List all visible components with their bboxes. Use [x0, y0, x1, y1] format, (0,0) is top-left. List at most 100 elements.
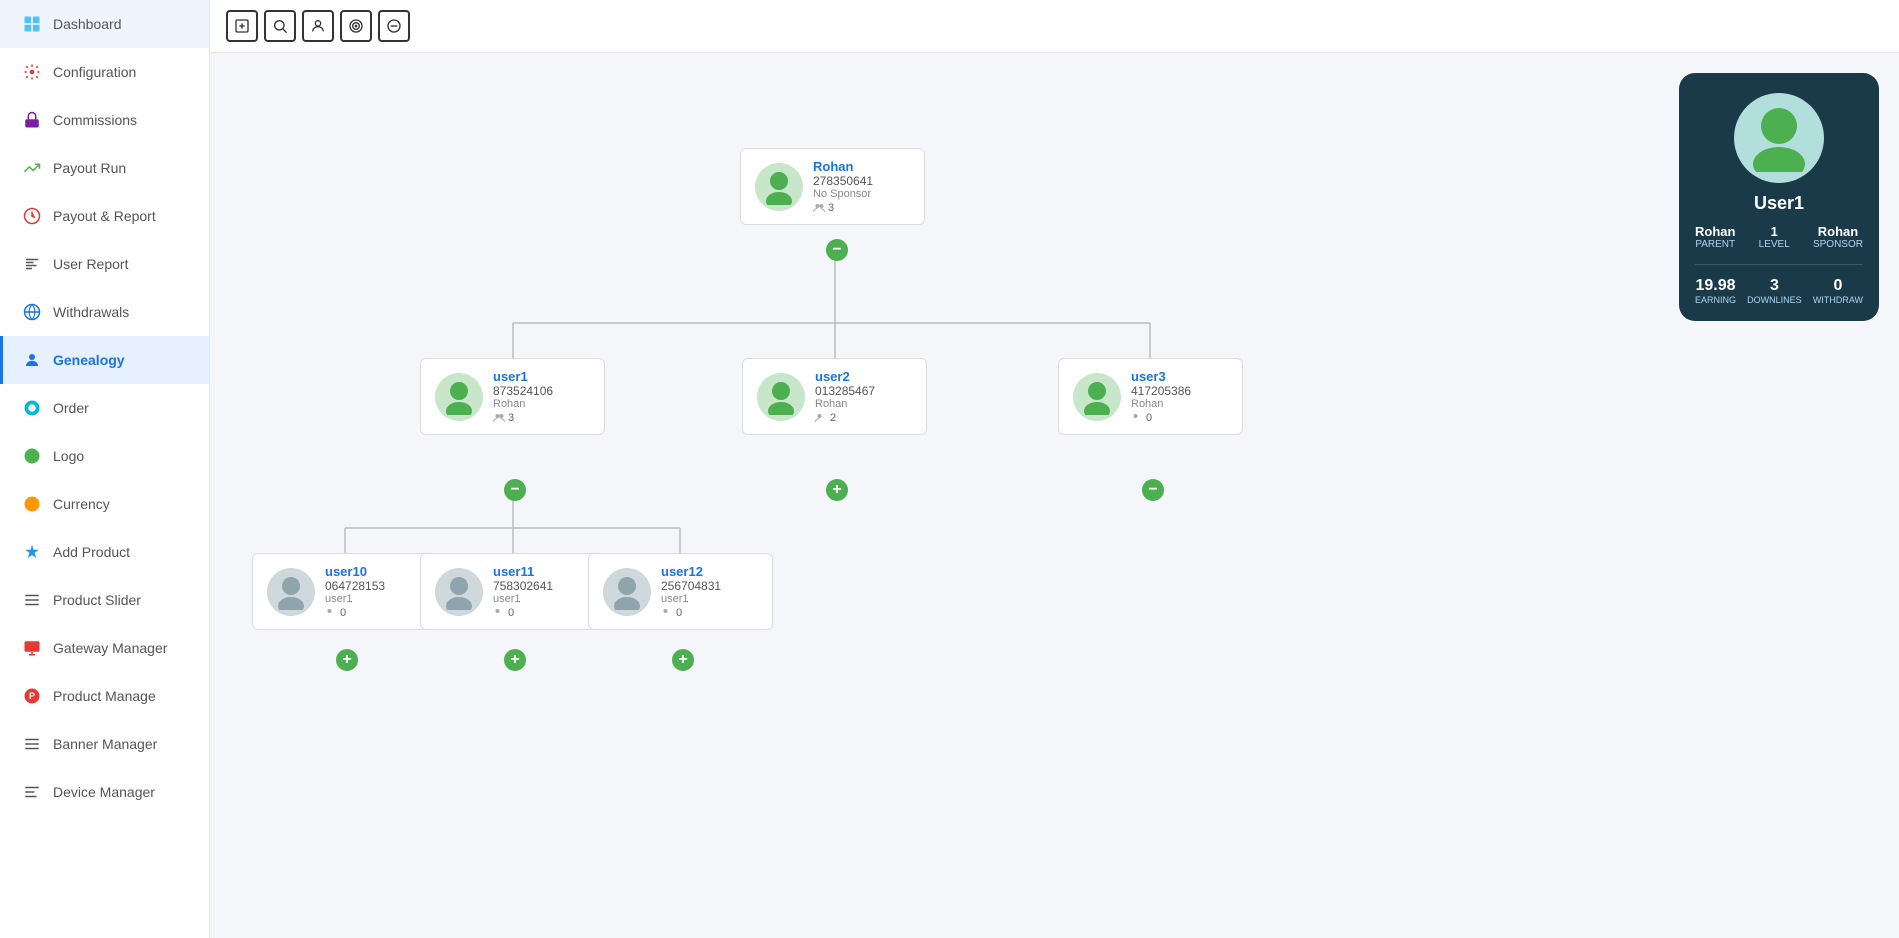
toggle-user11[interactable]: + — [504, 649, 526, 671]
node-name-rohan: Rohan — [813, 159, 910, 174]
sidebar-item-dashboard[interactable]: Dashboard — [0, 0, 209, 48]
toolbar — [210, 0, 1899, 53]
order-icon — [21, 397, 43, 419]
node-user10[interactable]: user10 064728153 user1 0 — [252, 553, 437, 630]
sidebar-item-payout-report[interactable]: Payout & Report — [0, 192, 209, 240]
sidebar-item-user-report[interactable]: User Report — [0, 240, 209, 288]
sidebar-item-configuration[interactable]: Configuration — [0, 48, 209, 96]
node-id-user2: 013285467 — [815, 384, 912, 398]
node-user2[interactable]: user2 013285467 Rohan 2 — [742, 358, 927, 435]
node-sponsor-user3: Rohan — [1131, 398, 1228, 410]
user-button[interactable] — [302, 10, 334, 42]
node-name-user1: user1 — [493, 369, 590, 384]
node-avatar-user1 — [435, 373, 483, 421]
target-button[interactable] — [340, 10, 372, 42]
add-button[interactable] — [226, 10, 258, 42]
node-rohan[interactable]: Rohan 278350641 No Sponsor 3 — [740, 148, 925, 225]
info-panel: User1 Rohan Parent 1 LEVEL Rohan Sponsor — [1679, 73, 1879, 321]
sidebar-label-dashboard: Dashboard — [53, 16, 122, 32]
node-avatar-rohan — [755, 163, 803, 211]
node-count-user2: 2 — [815, 412, 912, 424]
sidebar-label-configuration: Configuration — [53, 64, 136, 80]
info-parent-value: Rohan — [1695, 224, 1735, 239]
info-sponsor-value: Rohan — [1818, 224, 1858, 239]
product-manage-icon: P — [21, 685, 43, 707]
sidebar-item-withdrawals[interactable]: Withdrawals — [0, 288, 209, 336]
sidebar-item-device-manager[interactable]: Device Manager — [0, 768, 209, 816]
sidebar-item-currency[interactable]: Currency — [0, 480, 209, 528]
info-level-value: 1 — [1771, 224, 1778, 239]
info-earning: 19.98 EARNING — [1695, 277, 1736, 305]
node-name-user12: user12 — [661, 564, 758, 579]
sidebar-item-genealogy[interactable]: Genealogy — [0, 336, 209, 384]
info-sponsor: Rohan Sponsor — [1813, 224, 1863, 250]
node-user3[interactable]: user3 417205386 Rohan 0 — [1058, 358, 1243, 435]
node-name-user3: user3 — [1131, 369, 1228, 384]
minus-circle-button[interactable] — [378, 10, 410, 42]
node-count-user11: 0 — [493, 607, 590, 619]
sidebar-item-product-manage[interactable]: P Product Manage — [0, 672, 209, 720]
info-parent-label: Parent — [1695, 239, 1735, 250]
main-content: Rohan 278350641 No Sponsor 3 − user1 873… — [210, 0, 1899, 938]
node-avatar-user2 — [757, 373, 805, 421]
commissions-icon — [21, 109, 43, 131]
toggle-user3[interactable]: − — [1142, 479, 1164, 501]
info-downlines-value: 3 — [1770, 277, 1779, 295]
sidebar-label-payout-report: Payout & Report — [53, 208, 156, 224]
node-sponsor-user12: user1 — [661, 593, 758, 605]
payout-report-icon — [21, 205, 43, 227]
info-downlines-label: DOWNLINES — [1747, 295, 1802, 305]
sidebar-label-gateway-manager: Gateway Manager — [53, 640, 167, 656]
info-withdraw: 0 WITHDRAW — [1813, 277, 1863, 305]
node-sponsor-user1: Rohan — [493, 398, 590, 410]
toggle-user10[interactable]: + — [336, 649, 358, 671]
sidebar: Dashboard Configuration Commissions Payo… — [0, 0, 210, 938]
node-user1[interactable]: user1 873524106 Rohan 3 — [420, 358, 605, 435]
sidebar-item-logo[interactable]: Logo — [0, 432, 209, 480]
info-level: 1 LEVEL — [1759, 224, 1790, 250]
node-avatar-user11 — [435, 568, 483, 616]
sidebar-label-genealogy: Genealogy — [53, 352, 125, 368]
sidebar-label-logo: Logo — [53, 448, 84, 464]
node-sponsor-user10: user1 — [325, 593, 422, 605]
tree-lines — [210, 53, 1899, 938]
node-avatar-user12 — [603, 568, 651, 616]
add-product-icon — [21, 541, 43, 563]
toggle-user12[interactable]: + — [672, 649, 694, 671]
node-id-user10: 064728153 — [325, 579, 422, 593]
logo-icon — [21, 445, 43, 467]
node-user12[interactable]: user12 256704831 user1 0 — [588, 553, 773, 630]
node-sponsor-user2: Rohan — [815, 398, 912, 410]
tree-area: Rohan 278350641 No Sponsor 3 − user1 873… — [210, 53, 1899, 938]
sidebar-label-user-report: User Report — [53, 256, 128, 272]
dashboard-icon — [21, 13, 43, 35]
info-avatar — [1734, 93, 1824, 183]
node-name-user11: user11 — [493, 564, 590, 579]
node-user11[interactable]: user11 758302641 user1 0 — [420, 553, 605, 630]
sidebar-item-payout-run[interactable]: Payout Run — [0, 144, 209, 192]
user-report-icon — [21, 253, 43, 275]
sidebar-item-gateway-manager[interactable]: Gateway Manager — [0, 624, 209, 672]
node-name-user2: user2 — [815, 369, 912, 384]
toggle-user1[interactable]: − — [504, 479, 526, 501]
sidebar-item-order[interactable]: Order — [0, 384, 209, 432]
toggle-rohan[interactable]: − — [826, 239, 848, 261]
configuration-icon — [21, 61, 43, 83]
toggle-user2[interactable]: + — [826, 479, 848, 501]
sidebar-item-add-product[interactable]: Add Product — [0, 528, 209, 576]
sidebar-label-add-product: Add Product — [53, 544, 130, 560]
sidebar-label-banner-manager: Banner Manager — [53, 736, 157, 752]
sidebar-item-banner-manager[interactable]: Banner Manager — [0, 720, 209, 768]
info-stats-row: Rohan Parent 1 LEVEL Rohan Sponsor — [1695, 224, 1863, 250]
sidebar-item-commissions[interactable]: Commissions — [0, 96, 209, 144]
info-sponsor-label: Sponsor — [1813, 239, 1863, 250]
svg-text:P: P — [29, 691, 35, 701]
node-count-user3: 0 — [1131, 412, 1228, 424]
sidebar-item-product-slider[interactable]: Product Slider — [0, 576, 209, 624]
sidebar-label-withdrawals: Withdrawals — [53, 304, 129, 320]
banner-manager-icon — [21, 733, 43, 755]
sidebar-label-commissions: Commissions — [53, 112, 137, 128]
currency-icon — [21, 493, 43, 515]
search-button[interactable] — [264, 10, 296, 42]
node-id-user3: 417205386 — [1131, 384, 1228, 398]
